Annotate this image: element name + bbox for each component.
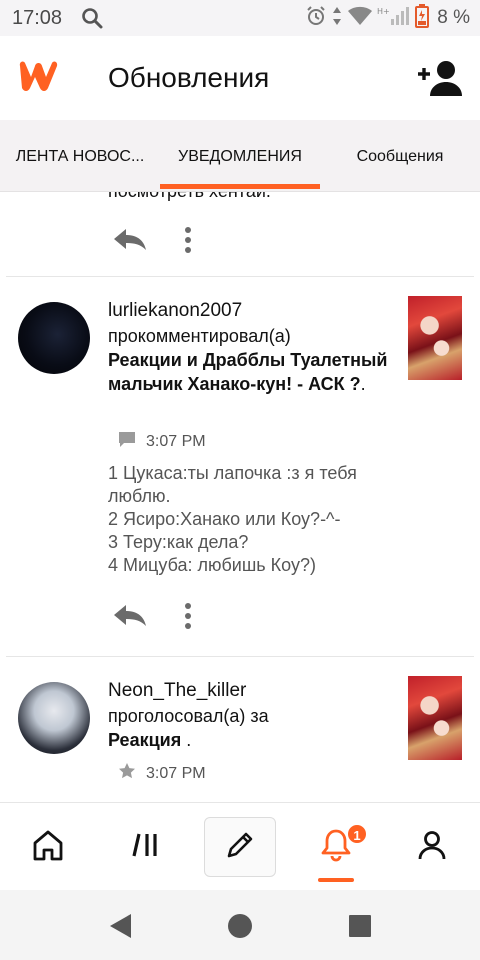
star-icon <box>118 762 136 785</box>
status-bar: 17:08 H+ 8 % <box>0 0 480 36</box>
action-text: проголосовал(а) за <box>108 706 269 726</box>
system-navigation <box>0 890 480 960</box>
tab-messages[interactable]: Сообщения <box>320 120 480 192</box>
tab-bar: ЛЕНТА НОВОС... УВЕДОМЛЕНИЯ Сообщения <box>0 120 480 192</box>
story-suffix: . <box>360 374 366 394</box>
profile-icon <box>415 828 449 867</box>
reply-icon[interactable] <box>112 226 148 257</box>
add-user-button[interactable] <box>416 56 464 100</box>
partial-comment-text: посмотреть хентай. <box>108 192 271 202</box>
timestamp: 3:07 PM <box>146 764 206 782</box>
recents-icon[interactable] <box>344 910 376 942</box>
story-cover[interactable] <box>408 676 462 760</box>
data-arrows-icon <box>331 5 343 32</box>
status-icons: H+ 8 % <box>305 3 470 33</box>
library-icon <box>129 828 163 867</box>
divider <box>6 656 474 657</box>
nav-profile[interactable] <box>396 817 468 877</box>
wifi-icon <box>347 5 373 32</box>
notification-text: проголосовал(а) за Реакция . <box>108 704 398 752</box>
notification-meta: 3:07 PM <box>118 762 206 785</box>
nav-library[interactable] <box>110 817 182 877</box>
battery-percent: 8 % <box>437 7 470 28</box>
nav-notifications[interactable]: 1 <box>300 817 372 877</box>
active-tab-indicator <box>160 184 320 189</box>
status-time: 17:08 <box>12 7 63 29</box>
write-icon <box>223 828 257 867</box>
timestamp: 3:07 PM <box>146 432 206 450</box>
notification-badge: 1 <box>346 823 368 845</box>
more-options-icon[interactable] <box>180 222 196 263</box>
app-header: Обновления <box>0 36 480 120</box>
search-icon <box>80 6 104 35</box>
divider <box>6 276 474 277</box>
list-item-actions <box>112 222 212 258</box>
notification-feed[interactable]: посмотреть хентай. lurliekanon2007 проко… <box>0 192 480 802</box>
action-text: прокомментировал(а) <box>108 326 291 346</box>
comment-body: 1 Цукаса:ты лапочка :з я тебя люблю. 2 Я… <box>108 463 357 575</box>
more-options-icon[interactable] <box>180 598 196 639</box>
nav-active-indicator <box>318 878 354 882</box>
alarm-icon <box>305 5 327 32</box>
wattpad-logo[interactable] <box>16 56 68 103</box>
svg-text:H+: H+ <box>377 7 390 16</box>
tab-notifications[interactable]: УВЕДОМЛЕНИЯ <box>160 120 320 192</box>
list-item-actions <box>112 598 212 634</box>
nav-home[interactable] <box>12 817 84 877</box>
page-title: Обновления <box>108 62 270 93</box>
home-circle-icon[interactable] <box>224 910 256 942</box>
battery-icon <box>415 3 430 33</box>
story-suffix: . <box>181 730 192 750</box>
bottom-navigation: 1 <box>0 802 480 890</box>
signal-icon: H+ <box>377 5 411 32</box>
story-cover[interactable] <box>408 296 462 380</box>
reply-icon[interactable] <box>112 602 148 633</box>
notification-text: прокомментировал(а) Реакции и Драбблы Ту… <box>108 324 398 396</box>
story-title[interactable]: Реакции и Драбблы Туалетный мальчик Хана… <box>108 350 387 394</box>
home-icon <box>31 828 65 867</box>
tab-news-feed[interactable]: ЛЕНТА НОВОС... <box>0 120 160 192</box>
avatar[interactable] <box>18 302 90 374</box>
avatar[interactable] <box>18 682 90 754</box>
story-title[interactable]: Реакция <box>108 730 181 750</box>
comment-icon <box>118 430 136 453</box>
back-icon[interactable] <box>104 910 136 942</box>
nav-write[interactable] <box>204 817 276 877</box>
notification-meta: 3:07 PM <box>118 430 206 453</box>
username[interactable]: lurliekanon2007 <box>108 300 242 322</box>
username[interactable]: Neon_The_killer <box>108 680 246 702</box>
